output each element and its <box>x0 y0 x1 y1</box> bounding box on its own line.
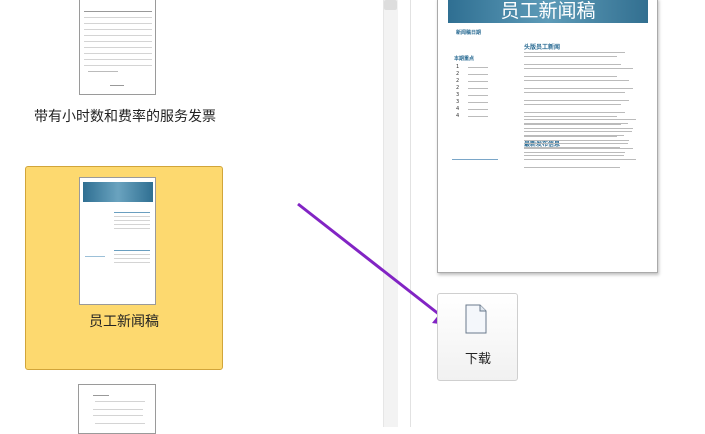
document-icon <box>465 304 487 334</box>
download-label: 下载 <box>464 352 491 367</box>
download-button[interactable]: 下载 <box>437 293 518 381</box>
annotation-arrow <box>297 202 454 326</box>
